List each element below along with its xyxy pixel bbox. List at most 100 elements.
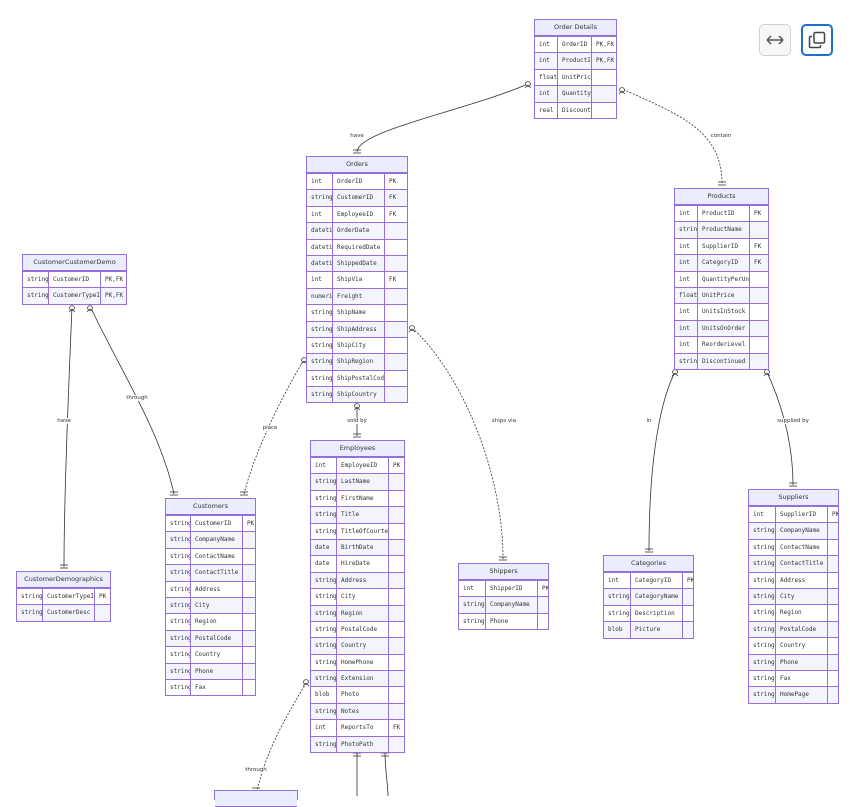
attribute-row: int ShipVia FK: [307, 271, 407, 288]
attribute-type: int: [679, 259, 690, 267]
attribute-type: string: [170, 569, 190, 577]
attribute-row: string PostalCode: [166, 629, 255, 647]
attribute-key: [827, 605, 838, 621]
attribute-row: string ShipAddress: [307, 320, 407, 337]
attribute-name: Phone: [190, 663, 242, 679]
attribute-row: string ContactTitle: [166, 564, 255, 581]
attribute-key: [388, 490, 404, 507]
entity-categories[interactable]: CategoriesintCategoryIDPKstringCategoryN…: [603, 555, 694, 639]
attribute-name: HireDate: [336, 556, 388, 572]
attribute-row: floatUnitPrice: [675, 286, 768, 304]
attribute-key: [242, 597, 255, 614]
attribute-key: [384, 354, 407, 370]
attribute-type: string: [315, 707, 336, 715]
attribute-row: int ShipperIDPK: [459, 580, 548, 597]
attribute-key: [827, 572, 838, 588]
attribute-row: int OrderID PK,FK: [535, 36, 616, 53]
attribute-type: string: [753, 592, 775, 600]
entity-title: Suppliers: [749, 490, 838, 506]
attribute-name: ContactName: [190, 548, 242, 565]
attribute-row: date BirthDate: [311, 538, 404, 556]
attribute-name: ShipPostalCode: [332, 370, 384, 387]
attribute-type: string: [170, 552, 190, 560]
relationship-label: through: [245, 767, 267, 773]
attribute-row: string Phone: [459, 612, 548, 630]
relationship-line-shippers-orders: [409, 325, 504, 560]
relationship-line-categories-products: [648, 369, 677, 552]
entity-title: CustomerDemographics: [17, 572, 110, 588]
attribute-key: PK: [682, 573, 693, 589]
attribute-name: ShipCountry: [332, 387, 384, 403]
attribute-key: [384, 370, 407, 387]
entity-shippers[interactable]: ShippersintShipperIDPKstringCompanyNames…: [458, 563, 549, 631]
attribute-name: City: [775, 588, 827, 605]
entity-suppliers[interactable]: SuppliersintSupplierIDPKstringCompanyNam…: [748, 489, 839, 704]
attribute-key: [242, 630, 255, 647]
attribute-name: Region: [775, 605, 827, 621]
attribute-key: [388, 621, 404, 638]
attribute-type: string: [753, 576, 775, 584]
attribute-row: string PostalCode: [749, 620, 838, 638]
attribute-name: Address: [190, 581, 242, 597]
attribute-type: int: [311, 276, 322, 284]
attribute-name: ProductName: [697, 222, 749, 238]
attribute-row: blob Picture: [604, 621, 693, 638]
attribute-row: string Address: [311, 571, 404, 589]
attribute-name: CategoryID: [630, 573, 682, 589]
attribute-name: Region: [336, 605, 388, 621]
entity-cdemo[interactable]: CustomerDemographics string CustomerTypeID…: [16, 571, 111, 622]
attribute-name: QuantityPerUnit: [697, 271, 749, 287]
attribute-row: string LastName: [311, 473, 404, 490]
attribute-key: [827, 687, 838, 703]
attribute-key: PK: [749, 206, 768, 222]
attribute-type: string: [753, 543, 775, 551]
attribute-key: [384, 337, 407, 354]
attribute-name: Phone: [485, 613, 537, 630]
attribute-key: FK: [384, 206, 407, 223]
attribute-key: [827, 638, 838, 654]
cardinality-many-marker: [408, 325, 416, 333]
expand-button[interactable]: [759, 24, 791, 56]
attribute-row: blob Photo: [311, 686, 404, 703]
attribute-key: FK: [384, 190, 407, 206]
attribute-key: PK,FK: [100, 288, 126, 304]
entity-customers[interactable]: Customers string CustomerID PK string Company…: [165, 498, 256, 697]
attribute-row: stringProductName: [675, 221, 768, 238]
attribute-key: [749, 304, 768, 320]
attribute-name: CustomerID: [190, 516, 242, 532]
attribute-key: [388, 572, 404, 589]
attribute-name: PostalCode: [336, 621, 388, 638]
attribute-row: string ContactName: [749, 538, 838, 556]
attribute-name: Discount: [557, 102, 591, 118]
attribute-row: string CompanyName: [166, 531, 255, 548]
attribute-key: [827, 523, 838, 539]
attribute-row: int UnitsOnOrder: [675, 319, 768, 337]
attribute-row: string CustomerTypeID PK: [17, 588, 110, 605]
relationship-label: have: [57, 418, 71, 424]
entity-bottom[interactable]: [214, 790, 298, 807]
attribute-type: string: [753, 625, 775, 633]
attribute-row: string ShipCity: [307, 336, 407, 354]
attribute-type: int: [679, 210, 690, 217]
attribute-type: string: [753, 658, 775, 666]
attribute-row: int ReportsTo FK: [311, 719, 404, 736]
entity-title: [215, 791, 297, 807]
attribute-type: string: [311, 309, 332, 317]
copy-button[interactable]: [801, 24, 833, 56]
attribute-row: int QuantityPerUnit: [675, 270, 768, 287]
attribute-row: real Discount: [535, 101, 616, 118]
entity-employees[interactable]: Employees int EmployeeID PK string LastName st…: [310, 440, 405, 754]
attribute-name: City: [336, 589, 388, 605]
entity-order-details[interactable]: Order Details int OrderIDPK,FK int ProductID…: [534, 19, 617, 119]
entity-orders[interactable]: Orders int OrderID PK string CustomerID FK int E…: [306, 156, 408, 404]
entity-ccd[interactable]: CustomerCustomerDemo string CustomerID PK,F…: [22, 254, 127, 305]
attribute-name: TitleOfCourtesy: [336, 523, 388, 539]
attribute-type: int: [539, 41, 550, 48]
attribute-key: PK: [384, 174, 407, 190]
entity-products[interactable]: ProductsintProductIDPKstringProductNamei…: [674, 188, 769, 370]
attribute-type: int: [311, 178, 322, 185]
attribute-type: string: [315, 675, 336, 683]
attribute-row: string ShipCountry: [307, 386, 407, 403]
attribute-type: string: [170, 585, 190, 593]
attribute-row: datetimeOrderDate: [307, 222, 407, 239]
